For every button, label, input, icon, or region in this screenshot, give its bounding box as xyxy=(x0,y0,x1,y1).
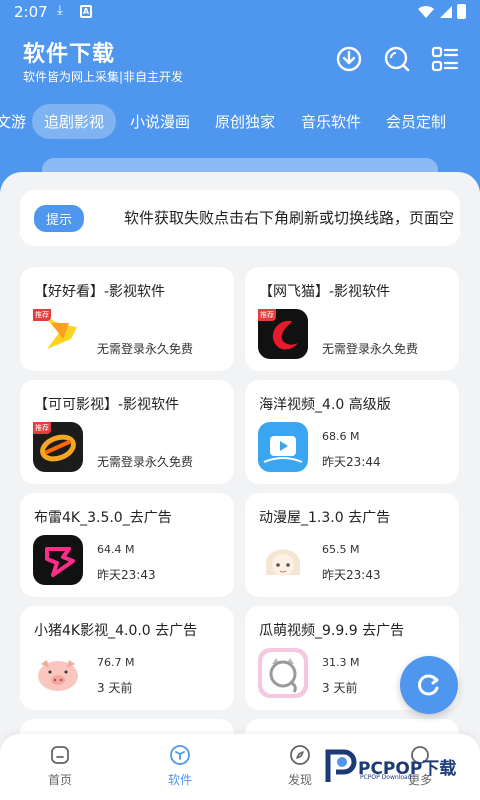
app-card-date: 昨天23:43 xyxy=(97,568,156,582)
nav-discover[interactable]: 发现 xyxy=(270,744,330,788)
app-card-keke[interactable]: 【可可影视】-影视软件 推荐 无需登录永久免费 xyxy=(20,380,234,484)
app-card-haohaokan[interactable]: 【好好看】-影视软件 推荐 无需登录永久免费 xyxy=(20,267,234,371)
refresh-icon xyxy=(418,674,439,696)
pig-app-icon xyxy=(33,648,83,698)
cube-icon xyxy=(170,745,190,765)
category-tabs: 文游 追剧影视 小说漫画 原创独家 音乐软件 会员定制 xyxy=(0,100,480,144)
app-card-title: 布雷4K_3.5.0_去广告 xyxy=(34,510,172,526)
download-status-icon: ⤓ xyxy=(57,3,63,18)
wangfeimao-app-icon: 推荐 xyxy=(258,309,308,359)
notice-tip-label: 提示 xyxy=(34,205,85,232)
app-card-size: 31.3 M xyxy=(322,656,360,669)
keke-app-icon: 推荐 xyxy=(33,422,83,472)
app-card-title: 【可可影视】-影视软件 xyxy=(34,397,180,413)
header-actions xyxy=(334,44,460,74)
cat-app-icon xyxy=(258,648,308,698)
tab-wenyou[interactable]: 文游 xyxy=(0,111,26,132)
app-card-desc: 无需登录永久免费 xyxy=(322,342,419,356)
status-time: 2:07 xyxy=(14,3,48,21)
download-icon[interactable] xyxy=(334,44,364,74)
app-card-date: 3 天前 xyxy=(322,681,358,695)
nav-software-label: 软件 xyxy=(167,773,192,787)
nav-home-label: 首页 xyxy=(47,773,72,787)
app-card-desc: 无需登录永久免费 xyxy=(97,342,194,356)
notice-text: 软件获取失败点击右下角刷新或切换线路，页面空 xyxy=(124,209,455,227)
bulei-app-icon xyxy=(33,535,83,585)
app-card-haiyang[interactable]: 海洋视频_4.0 高级版 68.6 M 昨天23:44 xyxy=(245,380,459,484)
status-right-icons xyxy=(417,4,466,19)
app-card-size: 64.4 M xyxy=(97,543,135,556)
app-card-title: 海洋视频_4.0 高级版 xyxy=(259,397,391,413)
tab-yuanchuang[interactable]: 原创独家 xyxy=(215,111,275,132)
recommend-tag: 推荐 xyxy=(33,309,51,321)
battery-icon xyxy=(457,4,466,19)
nav-home[interactable]: 首页 xyxy=(30,744,90,788)
app-card-size: 65.5 M xyxy=(322,543,360,556)
app-card-date: 3 天前 xyxy=(97,681,133,695)
app-status-icon: A xyxy=(80,5,92,18)
app-card-bulei[interactable]: 布雷4K_3.5.0_去广告 64.4 M 昨天23:43 xyxy=(20,493,234,597)
tab-xiaoshuo[interactable]: 小说漫画 xyxy=(130,111,190,132)
nav-discover-label: 发现 xyxy=(287,773,312,787)
refresh-button[interactable] xyxy=(400,656,458,714)
app-card-xiaozhu[interactable]: 小猪4K影视_4.0.0 去广告 76.7 M 3 天前 xyxy=(20,606,234,710)
app-card-title: 动漫屋_1.3.0 去广告 xyxy=(259,510,391,526)
app-card-title: 瓜萌视频_9.9.9 去广告 xyxy=(259,623,405,639)
app-card-title: 小猪4K影视_4.0.0 去广告 xyxy=(34,623,198,639)
app-card-title: 【网飞猫】-影视软件 xyxy=(259,284,391,300)
recommend-tag: 推荐 xyxy=(33,422,51,434)
wifi-icon xyxy=(418,5,434,18)
tab-yinyue[interactable]: 音乐软件 xyxy=(301,111,361,132)
app-card-date: 昨天23:44 xyxy=(322,455,381,469)
page-subtitle: 软件皆为网上采集|非自主开发 xyxy=(23,70,184,84)
search-icon[interactable] xyxy=(382,44,412,74)
status-bar: 2:07 ⤓ A xyxy=(0,0,480,24)
tab-huiyuan[interactable]: 会员定制 xyxy=(386,111,446,132)
category-menu-icon[interactable] xyxy=(430,44,460,74)
pcpop-watermark: PCPOP下载 PCPOP Download xyxy=(322,746,472,786)
compass-icon xyxy=(290,745,310,765)
app-card-wangfeimao[interactable]: 【网飞猫】-影视软件 推荐 无需登录永久免费 xyxy=(245,267,459,371)
app-card-dongmanwu[interactable]: 动漫屋_1.3.0 去广告 65.5 M 昨天23:43 xyxy=(245,493,459,597)
signal-icon xyxy=(440,5,452,18)
haiyang-app-icon xyxy=(258,422,308,472)
pcpop-logo-icon xyxy=(325,749,357,782)
app-card-desc: 无需登录永久免费 xyxy=(97,455,194,469)
tab-zhuiju[interactable]: 追剧影视 xyxy=(32,104,117,139)
app-card-size: 68.6 M xyxy=(322,430,360,443)
watermark-subtext: PCPOP Download xyxy=(360,774,412,781)
recommend-tag: 推荐 xyxy=(258,309,276,321)
notice-bar: 提示 软件获取失败点击右下角刷新或切换线路，页面空 xyxy=(20,190,460,246)
home-icon xyxy=(51,746,69,764)
haohaokan-app-icon: 推荐 xyxy=(33,309,83,359)
app-card-size: 76.7 M xyxy=(97,656,135,669)
dongmanwu-app-icon xyxy=(258,535,308,585)
app-card-date: 昨天23:43 xyxy=(322,568,381,582)
nav-software[interactable]: 软件 xyxy=(150,744,210,788)
page-title: 软件下载 xyxy=(23,42,116,67)
app-card-title: 【好好看】-影视软件 xyxy=(34,284,166,300)
